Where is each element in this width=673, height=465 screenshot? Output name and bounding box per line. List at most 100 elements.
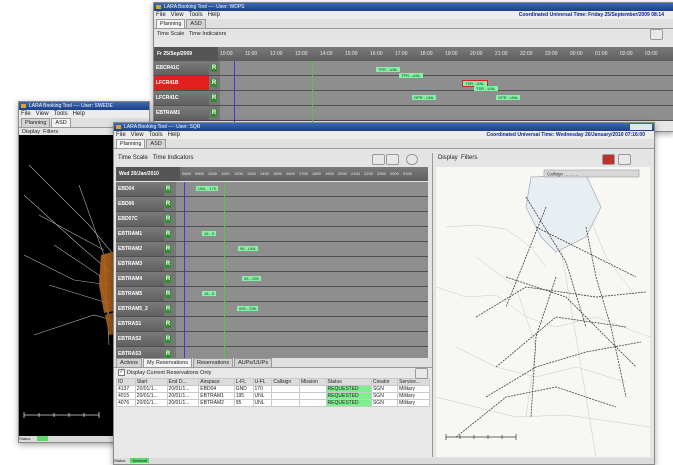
display-current-row: ✓ Display Current Reservations Only [114,368,432,379]
column-header[interactable]: Airspace [198,378,235,386]
resource-row[interactable]: EBTRAS2 R [116,332,428,347]
speaker-icon[interactable] [618,154,631,165]
reservation-block[interactable]: 095 - 295 [237,306,258,311]
resource-row[interactable]: EBD04 R UNL - 170 [116,182,428,197]
column-header[interactable]: U-FL [252,378,273,386]
display-current-label: Display Current Reservations Only [127,370,212,376]
table-row[interactable]: 4076 20/01/1... 20/01/1... EBTRAM2 95 UNL REQU… [116,399,430,407]
ruler-tick: 00:00 [570,51,583,57]
column-header[interactable]: Status [325,378,372,386]
time-scale-button[interactable]: Time Scale [118,155,148,161]
menu-tools[interactable]: Tools [149,132,163,138]
tab-asd[interactable]: ASD [51,118,71,127]
reservation-block[interactable]: 95 - UNL [238,246,259,251]
tab-aups-uups[interactable]: AUPs/UUPs [234,358,273,367]
ruler-tick: 23:00 [545,51,558,57]
menu-view[interactable]: View [131,132,144,138]
column-header[interactable]: ID [116,378,136,386]
column-header[interactable]: Start [134,378,168,386]
menu-help[interactable]: Help [168,132,180,138]
r-indicator: R [165,230,171,238]
back-window-titlebar[interactable]: LARA Booking Tool ---- User: WDPS [154,3,673,11]
table-row[interactable]: 4015 20/01/1... 20/01/1... EBTRAM1 195 UNL REQ… [116,392,430,400]
filters-menu[interactable]: Filters [461,155,477,161]
record-icon[interactable] [602,154,615,165]
table-row[interactable]: 4137 20/01/1... 20/01/1... EBD04 GND 170 REQUE… [116,385,430,393]
reservation-block[interactable]: TPR - UNL [399,73,423,78]
resource-row[interactable]: EBD06 R [116,197,428,212]
reservation-block[interactable]: TPR - UNL [376,67,400,72]
menu-help[interactable]: Help [208,12,220,18]
column-header[interactable]: L-FL [233,378,254,386]
resource-row[interactable]: EBTRAS1 R [116,317,428,332]
resource-row[interactable]: EBTRAM4 R 95 - 295 [116,272,428,287]
column-header[interactable]: End D... [166,378,200,386]
refresh-reservations-icon[interactable] [415,368,428,379]
ruler-date: Fr 25/Sep/2009 [154,47,218,61]
ruler-tick: 2000 [338,171,347,176]
menu-view[interactable]: View [36,111,49,117]
menu-file[interactable]: File [21,111,31,117]
menu-help[interactable]: Help [73,111,85,117]
zoom-out-icon[interactable] [386,154,399,165]
tab-planning[interactable]: Planning [156,19,186,28]
resource-row[interactable]: EBTRAM5 R 16 - 0 [116,287,428,302]
map-callout-text: Callsign ... ... ... [547,172,578,177]
back-tabs: Planning ASD [154,19,673,29]
resource-row[interactable]: EBTRAM3 R [116,257,428,272]
asd-map[interactable]: Callsign ... ... ... [436,167,650,457]
window-controls[interactable] [630,124,652,130]
left-window-titlebar[interactable]: LARA Booking Tool ---- User: SWEDE [19,102,149,110]
resource-row-alert[interactable]: LFCR41B R [154,76,673,91]
column-header[interactable]: Callsign [271,378,300,386]
time-scale-button[interactable]: Time Scale [157,31,184,37]
resource-row[interactable]: EBD07C R [116,212,428,227]
column-header[interactable]: Creator [370,378,399,386]
resource-row[interactable]: EBTRAM5_2 R 095 - 295 [116,302,428,317]
front-resource-rows: EBD04 R UNL - 170 EBD06 R EBD07C R EBTRAM1 R 16 -… [116,182,428,362]
tab-planning[interactable]: Planning [21,118,51,127]
table-cell: SGN [370,399,399,407]
reservation-block[interactable]: 16 - 0 [202,291,217,296]
reservation-block[interactable]: OPR - UNL [412,95,437,100]
tab-planning[interactable]: Planning [116,139,146,148]
reservation-block[interactable]: 95 - 295 [242,276,261,281]
time-indicators-button[interactable]: Time Indicators [189,31,226,37]
tab-asd[interactable]: ASD [146,139,166,148]
column-header[interactable]: Service... [397,378,430,386]
left-menubar: File View Tools Help [19,110,149,118]
display-current-checkbox[interactable]: ✓ [118,369,125,377]
tab-actions[interactable]: Actions [116,358,143,367]
menu-file[interactable]: File [156,12,166,18]
menu-tools[interactable]: Tools [54,111,68,117]
front-window-titlebar[interactable]: LARA Booking Tool ---- User: SQR [114,123,654,131]
ruler-tick: 2300 [377,171,386,176]
resource-row[interactable]: EBTRAM1 R 16 - 0 [116,227,428,242]
ruler-tick: 21:00 [495,51,508,57]
reservation-block[interactable]: UNL - 170 [196,186,219,191]
column-header[interactable]: Mission [299,378,327,386]
table-cell: GND [233,385,254,393]
menu-tools[interactable]: Tools [189,12,203,18]
menu-file[interactable]: File [116,132,126,138]
zoom-icon[interactable] [650,29,663,40]
resource-row[interactable]: EBTRAM1 R [154,106,673,121]
table-cell: EBTRAM1 [198,392,235,400]
reservation-block[interactable]: OPR - UNL [496,95,521,100]
tab-reservations[interactable]: Reservations [193,358,234,367]
ruler-tick: 1900 [325,171,334,176]
tab-my-reservations[interactable]: My Reservations [143,358,193,367]
resource-row[interactable]: EBTRAM2 R 95 - UNL [116,242,428,257]
status-label: Status [19,436,31,441]
tab-asd[interactable]: ASD [186,19,206,28]
reservation-block[interactable]: TSR - UNL [474,86,498,91]
refresh-icon[interactable] [406,154,418,165]
display-menu[interactable]: Display [438,155,458,161]
menu-view[interactable]: View [171,12,184,18]
zoom-in-icon[interactable] [372,154,385,165]
table-cell: 20/01/1... [166,399,200,407]
lane [220,91,673,105]
time-indicators-button[interactable]: Time Indicators [153,155,194,161]
reservation-block[interactable]: 16 - 0 [202,231,217,236]
table-cell: 20/01/1... [134,399,168,407]
